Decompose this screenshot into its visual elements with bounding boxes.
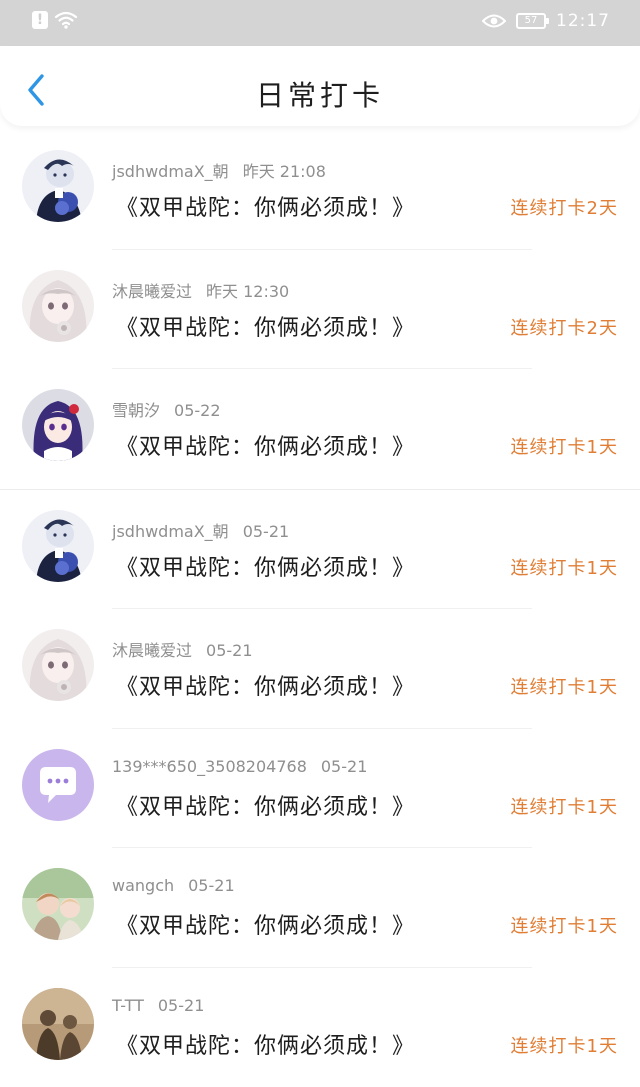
list-item[interactable]: wangch 05-21 《双甲战陀：你俩必须成！》 连续打卡1天 (0, 848, 640, 968)
battery-level: 57 (525, 15, 538, 26)
anime-boy-avatar (22, 510, 94, 582)
anime-girl-purple-hair-avatar (22, 389, 94, 461)
status-right: 57 12:17 (482, 11, 610, 31)
checkin-message: 《双甲战陀：你俩必须成！》 (116, 190, 415, 222)
meta-line: 沐晨曦爱过 05-21 (112, 637, 253, 661)
avatar[interactable] (22, 988, 94, 1060)
checkin-date: 05-22 (174, 401, 221, 420)
photo-couple-avatar (22, 868, 94, 940)
avatar[interactable] (22, 868, 94, 940)
checkin-message: 《双甲战陀：你俩必须成！》 (116, 550, 415, 582)
meta-line: jsdhwdmaX_朝昨天 21:08 (112, 158, 326, 182)
battery-icon: 57 (516, 13, 546, 29)
header: 日常打卡 (0, 46, 640, 126)
avatar[interactable] (22, 389, 94, 461)
checkin-message: 《双甲战陀：你俩必须成！》 (116, 429, 415, 461)
list-item[interactable]: jsdhwdmaX_朝 05-21 《双甲战陀：你俩必须成！》 连续打卡1天 (0, 489, 640, 610)
chat-bubble-avatar (22, 749, 94, 821)
list-item[interactable]: 沐晨曦爱过昨天 12:30 《双甲战陀：你俩必须成！》 连续打卡2天 (0, 250, 640, 370)
checkin-message: 《双甲战陀：你俩必须成！》 (116, 908, 415, 940)
list-item[interactable]: 雪朝汐 05-22 《双甲战陀：你俩必须成！》 连续打卡1天 (0, 369, 640, 489)
avatar[interactable] (22, 510, 94, 582)
list-item[interactable]: T-TT 05-21 《双甲战陀：你俩必须成！》 连续打卡1天 (0, 968, 640, 1087)
status-time: 12:17 (556, 11, 610, 31)
status-bar: ! 57 12:17 (0, 0, 640, 46)
checkin-message: 《双甲战陀：你俩必须成！》 (116, 669, 415, 701)
avatar[interactable] (22, 270, 94, 342)
streak-badge: 连续打卡1天 (511, 673, 618, 699)
checkin-date: 05-21 (321, 757, 368, 776)
streak-badge: 连续打卡1天 (511, 433, 618, 459)
checkin-message: 《双甲战陀：你俩必须成！》 (116, 310, 415, 342)
meta-line: wangch 05-21 (112, 876, 235, 895)
status-left: ! (32, 11, 78, 29)
page-title: 日常打卡 (0, 74, 640, 114)
user-name[interactable]: jsdhwdmaX_朝 (112, 522, 229, 541)
streak-badge: 连续打卡1天 (511, 793, 618, 819)
checkin-date: 昨天 21:08 (243, 162, 326, 181)
meta-line: jsdhwdmaX_朝 05-21 (112, 518, 289, 542)
user-name[interactable]: jsdhwdmaX_朝 (112, 162, 229, 181)
checkin-date: 05-21 (158, 996, 205, 1015)
anime-boy-avatar (22, 150, 94, 222)
checkin-date: 昨天 12:30 (206, 282, 289, 301)
user-name[interactable]: T-TT (112, 996, 144, 1015)
anime-girl-white-hair-avatar (22, 629, 94, 701)
sepia-silhouette-avatar (22, 988, 94, 1060)
streak-badge: 连续打卡1天 (511, 554, 618, 580)
checkin-date: 05-21 (188, 876, 235, 895)
streak-badge: 连续打卡1天 (511, 1032, 618, 1058)
streak-badge: 连续打卡1天 (511, 912, 618, 938)
alert-icon: ! (32, 11, 48, 29)
checkin-date: 05-21 (243, 522, 290, 541)
streak-badge: 连续打卡2天 (511, 314, 618, 340)
avatar[interactable] (22, 749, 94, 821)
list-item[interactable]: 139***650_350820476805-21 《双甲战陀：你俩必须成！》 … (0, 729, 640, 849)
checkin-message: 《双甲战陀：你俩必须成！》 (116, 1028, 415, 1060)
wifi-icon (54, 11, 78, 29)
anime-girl-white-hair-avatar (22, 270, 94, 342)
eye-icon (482, 13, 506, 29)
meta-line: 139***650_3508204768 05-21 (112, 757, 367, 776)
meta-line: T-TT 05-21 (112, 996, 204, 1015)
meta-line: 沐晨曦爱过昨天 12:30 (112, 278, 289, 302)
list-item[interactable]: jsdhwdmaX_朝昨天 21:08 《双甲战陀：你俩必须成！》 连续打卡2天 (0, 130, 640, 250)
streak-badge: 连续打卡2天 (511, 194, 618, 220)
avatar[interactable] (22, 629, 94, 701)
avatar[interactable] (22, 150, 94, 222)
user-name[interactable]: 沐晨曦爱过 (112, 282, 192, 301)
meta-line: 雪朝汐 05-22 (112, 397, 221, 421)
checkin-date: 05-21 (206, 641, 253, 660)
user-name[interactable]: 沐晨曦爱过 (112, 641, 192, 660)
user-name[interactable]: wangch (112, 876, 174, 895)
checkin-list: jsdhwdmaX_朝昨天 21:08 《双甲战陀：你俩必须成！》 连续打卡2天… (0, 130, 640, 1087)
user-name[interactable]: 雪朝汐 (112, 401, 160, 420)
user-name[interactable]: 139***650_3508204768 (112, 757, 307, 776)
list-item[interactable]: 沐晨曦爱过 05-21 《双甲战陀：你俩必须成！》 连续打卡1天 (0, 609, 640, 729)
checkin-message: 《双甲战陀：你俩必须成！》 (116, 789, 415, 821)
